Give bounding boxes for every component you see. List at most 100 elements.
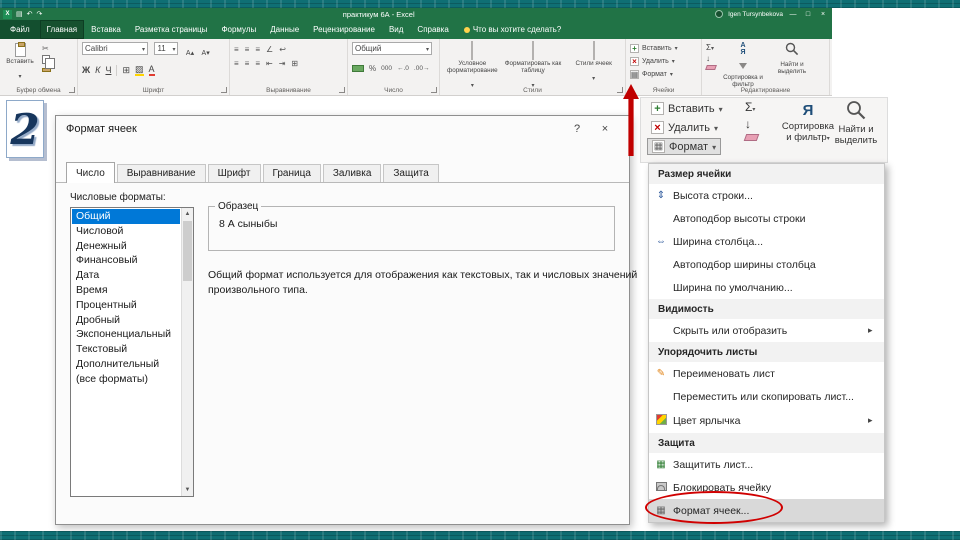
menu-item[interactable]: ⇔Ширина столбца...	[649, 230, 884, 253]
align-middle-icon[interactable]: ≡	[245, 45, 250, 54]
format-option[interactable]: Дополнительный	[72, 357, 180, 372]
ribbon-tab-Файл[interactable]: Файл	[0, 20, 40, 39]
menu-item[interactable]: ✎Переименовать лист	[649, 362, 884, 385]
scroll-down-icon[interactable]	[182, 484, 193, 496]
dialog-titlebar[interactable]: Формат ячеек ? ×	[56, 116, 629, 142]
delete-cells-button[interactable]: × Удалить	[630, 55, 698, 68]
format-option[interactable]: Денежный	[72, 239, 180, 254]
dialog-tab-Граница[interactable]: Граница	[263, 164, 321, 182]
find-select-button-large[interactable]: Найти и выделить	[823, 100, 889, 146]
menu-item[interactable]: Цвет ярлычка▸	[649, 408, 884, 433]
dialog-launcher-icon[interactable]	[339, 87, 345, 93]
scroll-up-icon[interactable]	[182, 208, 193, 220]
format-option[interactable]: Числовой	[72, 224, 180, 239]
increase-indent-icon[interactable]: ⇥	[279, 59, 286, 68]
sort-filter-button[interactable]: АЯ Сортировка и фильтр	[721, 42, 765, 83]
format-option[interactable]: Общий	[72, 209, 180, 224]
fill-icon[interactable]: ↓	[706, 54, 716, 63]
align-bottom-icon[interactable]: ≡	[255, 45, 260, 54]
format-option[interactable]: Экспоненциальный	[72, 327, 180, 342]
clear-button[interactable]	[744, 134, 760, 141]
cut-icon[interactable]: ✂	[42, 44, 51, 53]
find-select-button[interactable]: Найти и выделить	[770, 42, 814, 83]
currency-icon[interactable]	[352, 65, 364, 72]
autosum-icon[interactable]: Σ	[706, 43, 716, 52]
scrollbar-thumb[interactable]	[183, 221, 192, 281]
underline-button[interactable]: Ч	[105, 65, 111, 75]
decrease-decimal-icon[interactable]: .00→	[414, 65, 430, 72]
format-button-large[interactable]: ▦ Формат	[647, 138, 721, 155]
clear-icon[interactable]	[705, 65, 717, 70]
insert-cells-button[interactable]: + Вставить	[630, 42, 698, 55]
format-option[interactable]: Время	[72, 283, 180, 298]
dialog-tab-Выравнивание[interactable]: Выравнивание	[117, 164, 206, 182]
increase-decimal-icon[interactable]: ←.0	[397, 65, 409, 72]
format-as-table-button[interactable]: Форматировать как таблицу	[505, 42, 562, 83]
decrease-indent-icon[interactable]: ⇤	[266, 59, 273, 68]
format-option[interactable]: Финансовый	[72, 253, 180, 268]
merge-center-icon[interactable]: ⊞	[291, 59, 298, 68]
comma-style-icon[interactable]: 000	[381, 65, 392, 72]
number-format-combobox[interactable]: Общий	[352, 42, 432, 55]
grow-font-icon[interactable]: А▴	[186, 50, 194, 57]
ribbon-tab-Данные[interactable]: Данные	[263, 20, 306, 39]
menu-item[interactable]: Ширина по умолчанию...	[649, 276, 884, 299]
undo-icon[interactable]: ↶	[27, 10, 33, 19]
tell-me-box[interactable]: Что вы хотите сделать?	[456, 20, 569, 39]
format-option[interactable]: Дата	[72, 268, 180, 283]
orientation-icon[interactable]: ∠	[266, 45, 273, 54]
cell-styles-button[interactable]: Стили ячеек	[565, 42, 622, 83]
ribbon-tab-Рецензирование[interactable]: Рецензирование	[306, 20, 382, 39]
italic-button[interactable]: К	[95, 65, 100, 75]
minimize-button[interactable]: —	[788, 11, 798, 18]
excel-app-icon[interactable]: X	[3, 10, 12, 19]
dialog-launcher-icon[interactable]	[221, 87, 227, 93]
dialog-close-button[interactable]: ×	[591, 123, 619, 135]
ribbon-tab-Вставка[interactable]: Вставка	[84, 20, 128, 39]
avatar[interactable]	[715, 10, 723, 18]
menu-item[interactable]: Скрыть или отобразить▸	[649, 319, 884, 342]
menu-item[interactable]: Автоподбор ширины столбца	[649, 253, 884, 276]
dialog-tab-Защита[interactable]: Защита	[383, 164, 438, 182]
menu-item[interactable]: Автоподбор высоты строки	[649, 207, 884, 230]
autosum-button[interactable]: Σ	[745, 100, 758, 114]
conditional-formatting-button[interactable]: Условное форматирование	[444, 42, 501, 83]
format-listbox[interactable]: ОбщийЧисловойДенежныйФинансовыйДатаВремя…	[70, 207, 194, 497]
borders-icon[interactable]: ⊞	[122, 65, 130, 76]
menu-item[interactable]: ▦Защитить лист...	[649, 453, 884, 476]
format-option[interactable]: Дробный	[72, 313, 180, 328]
dialog-launcher-icon[interactable]	[431, 87, 437, 93]
dialog-tab-Заливка[interactable]: Заливка	[323, 164, 382, 182]
dialog-tab-Шрифт[interactable]: Шрифт	[208, 164, 261, 182]
percent-icon[interactable]: %	[369, 64, 376, 73]
copy-icon[interactable]	[42, 55, 50, 64]
align-top-icon[interactable]: ≡	[234, 45, 239, 54]
bold-button[interactable]: Ж	[82, 65, 90, 75]
fill-button[interactable]: ↓	[745, 117, 758, 131]
shrink-font-icon[interactable]: А▾	[202, 50, 210, 57]
wrap-text-icon[interactable]: ↩	[279, 45, 286, 54]
ribbon-tab-Главная[interactable]: Главная	[40, 20, 84, 39]
paste-button[interactable]: Вставить	[4, 42, 36, 83]
format-option[interactable]: Текстовый	[72, 342, 180, 357]
help-button[interactable]: ?	[563, 123, 591, 135]
ribbon-tab-Разметка страницы[interactable]: Разметка страницы	[128, 20, 215, 39]
restore-button[interactable]: □	[803, 11, 813, 18]
delete-button-large[interactable]: × Удалить	[647, 119, 722, 136]
dialog-launcher-icon[interactable]	[69, 87, 75, 93]
format-cells-menu-button[interactable]: ▦ Формат	[630, 68, 698, 81]
dialog-tab-Число[interactable]: Число	[66, 162, 115, 183]
ribbon-tab-Вид[interactable]: Вид	[382, 20, 410, 39]
align-center-icon[interactable]: ≡	[245, 59, 250, 68]
menu-item[interactable]: ⇕Высота строки...	[649, 184, 884, 207]
align-right-icon[interactable]: ≡	[255, 59, 260, 68]
ribbon-tab-Справка[interactable]: Справка	[410, 20, 455, 39]
insert-button-large[interactable]: + Вставить	[647, 100, 727, 117]
save-icon[interactable]: ▤	[16, 10, 23, 19]
ribbon-tab-Формулы[interactable]: Формулы	[214, 20, 263, 39]
fill-color-icon[interactable]: ▨	[135, 64, 144, 76]
font-name-combobox[interactable]: Calibri	[82, 42, 148, 55]
format-option[interactable]: Процентный	[72, 298, 180, 313]
font-size-combobox[interactable]: 11	[154, 42, 178, 55]
listbox-scrollbar[interactable]	[181, 208, 193, 496]
